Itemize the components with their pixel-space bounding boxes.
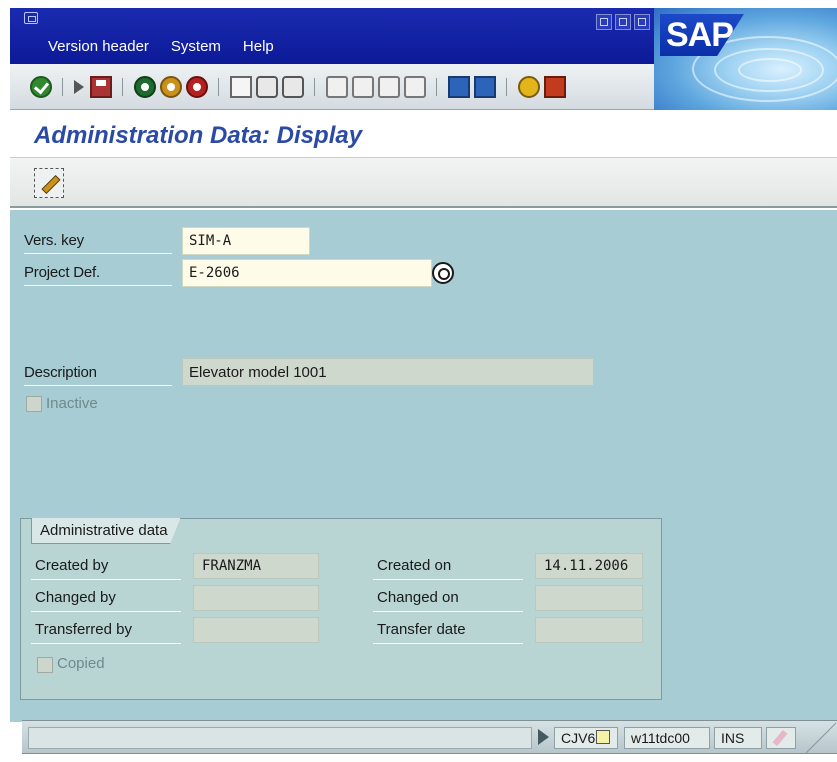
title-bar: Administration Data: Display: [10, 110, 837, 158]
toolbar-separator: [218, 78, 219, 96]
status-bar: CJV6 w11tdc00 INS: [22, 720, 837, 755]
transfer-date-label: Transfer date: [377, 621, 466, 638]
page-title: Administration Data: Display: [34, 122, 363, 149]
menu-items: Version header System Help: [48, 38, 274, 55]
admin-data-group-title: Administrative data: [31, 518, 181, 544]
toolbar-separator: [122, 78, 123, 96]
description-field: Elevator model 1001: [182, 358, 594, 386]
transferred-by-label: Transferred by: [35, 621, 132, 638]
save-icon[interactable]: [90, 76, 112, 98]
transferred-by-field: [193, 617, 319, 643]
help-icon[interactable]: [518, 76, 540, 98]
change-mode-icon[interactable]: [34, 168, 64, 198]
toolbar-separator: [506, 78, 507, 96]
sap-logo-area: SAP: [654, 8, 837, 110]
main-content: Vers. key SIM-A Project Def. E-2606 Desc…: [10, 210, 837, 722]
application-toolbar: [10, 158, 837, 208]
close-icon[interactable]: [634, 14, 650, 30]
command-field-icon[interactable]: [74, 80, 84, 94]
expand-status-icon[interactable]: [538, 729, 549, 745]
minimize-icon[interactable]: [596, 14, 612, 30]
changed-by-field: [193, 585, 319, 611]
changed-by-label: Changed by: [35, 589, 116, 606]
new-session-icon[interactable]: [448, 76, 470, 98]
label-underline: [373, 643, 523, 644]
check-icon[interactable]: [30, 76, 52, 98]
resize-grip[interactable]: [806, 721, 836, 755]
exit-icon[interactable]: [160, 76, 182, 98]
inactive-checkbox[interactable]: [26, 396, 42, 412]
label-underline: [31, 643, 181, 644]
vers-key-label: Vers. key: [24, 232, 172, 254]
created-on-label: Created on: [377, 557, 452, 574]
print-icon[interactable]: [230, 76, 252, 98]
description-label: Description: [24, 364, 172, 386]
find-icon[interactable]: [256, 76, 278, 98]
inactive-label: Inactive: [46, 395, 98, 412]
project-def-label: Project Def.: [24, 264, 172, 286]
previous-page-icon[interactable]: [352, 76, 374, 98]
copied-label: Copied: [57, 655, 105, 672]
label-underline: [373, 611, 523, 612]
layout-icon[interactable]: [544, 76, 566, 98]
connection-status-icon: [766, 727, 796, 749]
window-controls: [596, 14, 650, 30]
label-underline: [373, 579, 523, 580]
status-message-area: [28, 727, 532, 749]
last-page-icon[interactable]: [404, 76, 426, 98]
next-page-icon[interactable]: [378, 76, 400, 98]
copied-checkbox[interactable]: [37, 657, 53, 673]
input-mode[interactable]: INS: [714, 727, 762, 749]
label-underline: [31, 579, 181, 580]
toolbar-separator: [436, 78, 437, 96]
transfer-date-field: [535, 617, 643, 643]
changed-on-field: [535, 585, 643, 611]
label-underline: [31, 611, 181, 612]
find-next-icon[interactable]: [282, 76, 304, 98]
project-def-field[interactable]: E-2606: [182, 259, 432, 287]
created-by-label: Created by: [35, 557, 109, 574]
cancel-icon[interactable]: [186, 76, 208, 98]
back-icon[interactable]: [134, 76, 156, 98]
shortcut-icon[interactable]: [474, 76, 496, 98]
admin-data-group: Administrative data Created by FRANZMA C…: [20, 518, 662, 700]
changed-on-label: Changed on: [377, 589, 459, 606]
menu-help[interactable]: Help: [243, 38, 274, 55]
created-on-field: 14.11.2006: [535, 553, 643, 579]
server-name: w11tdc00: [624, 727, 710, 749]
restore-icon[interactable]: [615, 14, 631, 30]
menu-system[interactable]: System: [171, 38, 221, 55]
standard-toolbar: [10, 64, 654, 110]
created-by-field: FRANZMA: [193, 553, 319, 579]
system-info-icon[interactable]: [596, 730, 610, 744]
vers-key-field[interactable]: SIM-A: [182, 227, 310, 255]
first-page-icon[interactable]: [326, 76, 348, 98]
toolbar-separator: [62, 78, 63, 96]
toolbar-separator: [314, 78, 315, 96]
menu-version-header[interactable]: Version header: [48, 38, 149, 55]
value-help-icon[interactable]: [432, 262, 454, 284]
app-icon[interactable]: [24, 12, 38, 24]
